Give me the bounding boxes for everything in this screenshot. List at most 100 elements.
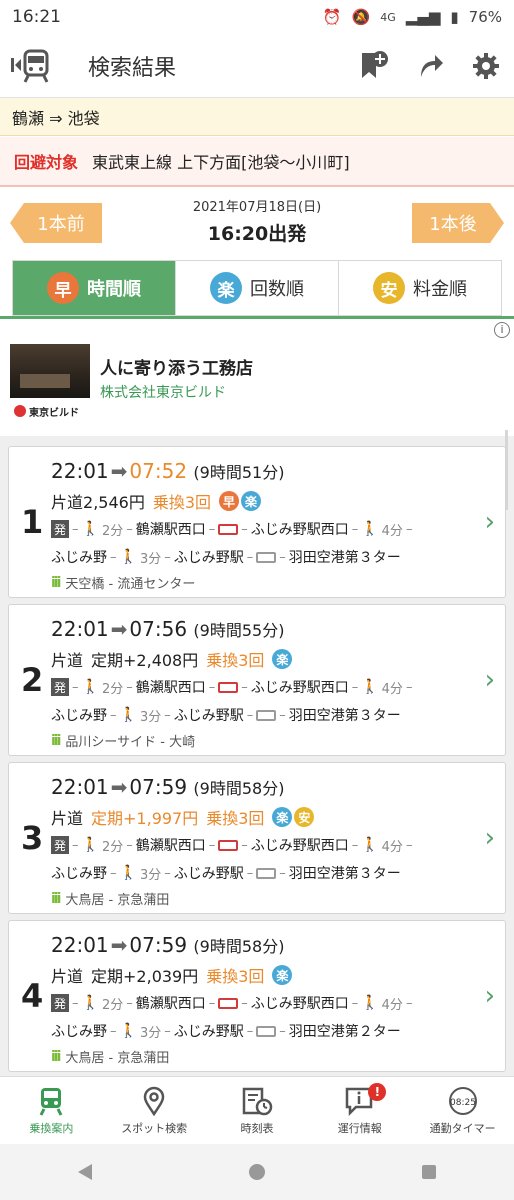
signal-icon: ▂▄▆ — [405, 8, 441, 26]
system-navigation — [0, 1144, 514, 1200]
nav-timetable[interactable]: 時刻表 — [206, 1077, 309, 1144]
nav-label: スポット検索 — [121, 1121, 188, 1135]
crowd-info: iii 品川シーサイド - 大崎 — [51, 732, 196, 751]
nav-service-info[interactable]: ! 運行情報 — [308, 1077, 411, 1144]
nav-spot-search[interactable]: スポット検索 — [103, 1077, 206, 1144]
result-times: 22:01 ➡ 07:52 (9時間51分) — [51, 459, 285, 483]
tab-label: 時間順 — [87, 279, 141, 300]
walk-icon: 🚶 — [119, 549, 137, 565]
nav-commute-timer[interactable]: 08:25 通勤タイマー — [411, 1077, 514, 1144]
result-times: 22:01 ➡ 07:59 (9時間58分) — [51, 775, 285, 799]
next-train-button[interactable]: 1本後 — [412, 203, 504, 243]
back-button[interactable] — [0, 34, 62, 98]
departure-time: 16:20出発 — [207, 223, 307, 245]
easy-badge-icon: 楽 — [210, 272, 242, 304]
recents-square-icon[interactable] — [420, 1163, 438, 1181]
sort-tabs: 早 時間順 楽 回数順 安 料金順 — [12, 260, 502, 316]
alarm-icon: ⏰ — [322, 8, 342, 26]
home-circle-icon[interactable] — [247, 1162, 267, 1182]
result-fare: 片道 定期+1,997円 乗換3回 楽 安 — [51, 805, 315, 829]
easy-badge-icon: 楽 — [272, 807, 293, 827]
walk-icon: 🚶 — [361, 837, 379, 853]
result-number: 2 — [21, 661, 44, 699]
crowd-icon: iii — [51, 732, 62, 749]
chevron-right-icon: › — [484, 665, 495, 695]
result-fare: 片道2,546円 乗換3回 早 楽 — [51, 489, 262, 513]
route-result-3[interactable]: 3 22:01 ➡ 07:59 (9時間58分) 片道 定期+1,997円 乗換3回… — [8, 762, 506, 914]
network-type: 4G — [380, 10, 396, 24]
crowd-info: iii 天空橋 - 流通センター — [51, 574, 196, 593]
train-back-icon — [11, 49, 49, 83]
nav-label: 乗換案内 — [29, 1121, 74, 1135]
add-bookmark-button[interactable] — [346, 34, 402, 98]
nav-transit-search[interactable]: 乗換案内 — [0, 1077, 103, 1144]
bus-icon — [218, 997, 239, 1009]
fast-badge-icon: 早 — [47, 272, 79, 304]
nav-label: 運行情報 — [337, 1121, 382, 1135]
arrow-icon: ➡ — [110, 775, 128, 799]
walk-icon: 🚶 — [119, 707, 137, 723]
walk-icon: 🚶 — [81, 521, 99, 537]
search-datetime: 2021年07月18日(日) 16:20出発 — [130, 196, 384, 246]
battery-icon: ▮ — [450, 8, 459, 26]
result-number: 1 — [21, 503, 44, 541]
arrow-icon: ➡ — [110, 933, 128, 957]
settings-button[interactable] — [458, 34, 514, 98]
result-times: 22:01 ➡ 07:56 (9時間55分) — [51, 617, 285, 641]
arrow-icon: ➡ — [110, 459, 128, 483]
ad-thumbnail: 東京ビルド — [10, 344, 90, 424]
walk-icon: 🚶 — [81, 679, 99, 695]
timer-clock-text: 08:25 — [450, 1098, 476, 1108]
chevron-right-icon: › — [484, 507, 495, 537]
walk-icon: 🚶 — [81, 837, 99, 853]
tab-label: 料金順 — [413, 279, 467, 300]
mute-icon: 🔕 — [351, 8, 371, 26]
datetime-row: 1本前 2021年07月18日(日) 16:20出発 1本後 — [0, 190, 514, 254]
bus-icon — [256, 867, 277, 879]
train-icon — [40, 1087, 63, 1116]
depart-marker: 発 — [51, 678, 69, 696]
app-bar: 検索結果 — [0, 34, 514, 98]
ad-banner[interactable]: i 東京ビルド 人に寄り添う工務店 株式会社東京ビルド — [0, 320, 514, 434]
ad-headline: 人に寄り添う工務店 — [100, 359, 253, 379]
walk-icon: 🚶 — [119, 865, 137, 881]
route-result-4[interactable]: 4 22:01 ➡ 07:59 (9時間58分) 片道 定期+2,039円 乗換3回… — [8, 920, 506, 1072]
bus-icon — [218, 523, 239, 535]
status-time: 16:21 — [12, 7, 61, 27]
route-segment-row: 発 – 🚶 2分 – 鶴瀬駅西口 – – ふじみ野駅西口 – 🚶 4分 – — [51, 519, 412, 539]
walk-icon: 🚶 — [361, 521, 379, 537]
depart-marker: 発 — [51, 836, 69, 854]
bookmark-add-icon — [362, 50, 388, 78]
tab-sort-time[interactable]: 早 時間順 — [13, 261, 176, 315]
route-segment-row: ふじみ野 – 🚶 3分 – ふじみ野駅 – – 羽田空港第２ター — [51, 1023, 401, 1041]
route-result-2[interactable]: 2 22:01 ➡ 07:56 (9時間55分) 片道 定期+2,408円 乗換3回… — [8, 604, 506, 756]
alert-badge: ! — [368, 1083, 387, 1101]
ad-logo-text: 東京ビルド — [29, 407, 79, 419]
tab-sort-fare[interactable]: 安 料金順 — [339, 261, 501, 315]
crowd-info: iii 大鳥居 - 京急蒲田 — [51, 1048, 170, 1067]
cheap-badge-icon: 安 — [294, 807, 315, 827]
route-segment-row: ふじみ野 – 🚶 3分 – ふじみ野駅 – – 羽田空港第３ター — [51, 707, 401, 725]
bottom-navigation: 乗換案内 スポット検索 時刻表 ! 運行情報 08:25 通勤タイマー — [0, 1076, 514, 1144]
ad-info-icon[interactable]: i — [494, 322, 510, 338]
route-result-1[interactable]: 1 22:01 ➡ 07:52 (9時間51分) 片道2,546円 乗換3回 早 楽… — [8, 446, 506, 598]
bus-icon — [256, 551, 277, 563]
previous-train-button[interactable]: 1本前 — [10, 203, 102, 243]
fast-badge-icon: 早 — [219, 491, 240, 511]
gear-icon — [473, 52, 499, 79]
status-bar: 16:21 ⏰ 🔕 4G ▂▄▆ ▮ 76% — [0, 0, 514, 34]
share-button[interactable] — [402, 34, 458, 98]
result-times: 22:01 ➡ 07:59 (9時間58分) — [51, 933, 285, 957]
route-segment-row: 発 – 🚶 2分 – 鶴瀬駅西口 – – ふじみ野駅西口 – 🚶 4分 – — [51, 835, 412, 855]
back-triangle-icon[interactable] — [76, 1162, 94, 1182]
route-segment-row: 発 – 🚶 2分 – 鶴瀬駅西口 – – ふじみ野駅西口 – 🚶 4分 – — [51, 993, 412, 1013]
bus-icon — [218, 839, 239, 851]
depart-marker: 発 — [51, 520, 69, 538]
arrow-icon: ➡ — [110, 617, 128, 641]
result-number: 3 — [21, 819, 44, 857]
walk-icon: 🚶 — [361, 995, 379, 1011]
nav-label: 時刻表 — [240, 1121, 274, 1135]
commute-timer-icon: 08:25 — [448, 1086, 477, 1115]
chevron-right-icon: › — [484, 981, 495, 1011]
tab-sort-transfers[interactable]: 楽 回数順 — [176, 261, 339, 315]
